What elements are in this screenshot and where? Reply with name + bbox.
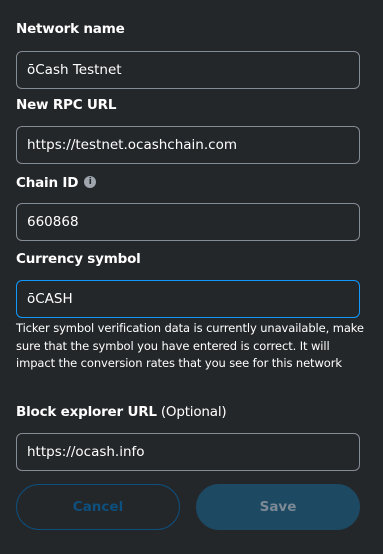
block-explorer-label-text: Block explorer URL — [16, 404, 157, 420]
save-button[interactable]: Save — [196, 484, 360, 530]
block-explorer-input[interactable]: https://ocash.info — [16, 433, 360, 471]
add-network-form: Network name ōCash Testnet New RPC URL h… — [0, 0, 383, 554]
currency-symbol-label: Currency symbol — [16, 251, 141, 267]
network-name-input[interactable]: ōCash Testnet — [16, 51, 360, 89]
currency-symbol-input[interactable]: ōCASH — [16, 280, 360, 318]
cancel-button[interactable]: Cancel — [16, 484, 180, 530]
info-icon[interactable]: i — [84, 176, 97, 188]
rpc-url-label: New RPC URL — [16, 97, 117, 113]
block-explorer-label: Block explorer URL (Optional) — [16, 404, 227, 420]
ticker-warning-text: Ticker symbol verification data is curre… — [16, 321, 364, 370]
chain-id-label: Chain ID i — [16, 175, 97, 191]
chain-id-label-text: Chain ID — [16, 175, 79, 191]
chain-id-input[interactable]: 660868 — [16, 203, 360, 241]
rpc-url-input[interactable]: https://testnet.ocashchain.com — [16, 126, 360, 164]
network-name-label: Network name — [16, 21, 125, 37]
optional-label: (Optional) — [160, 404, 227, 420]
